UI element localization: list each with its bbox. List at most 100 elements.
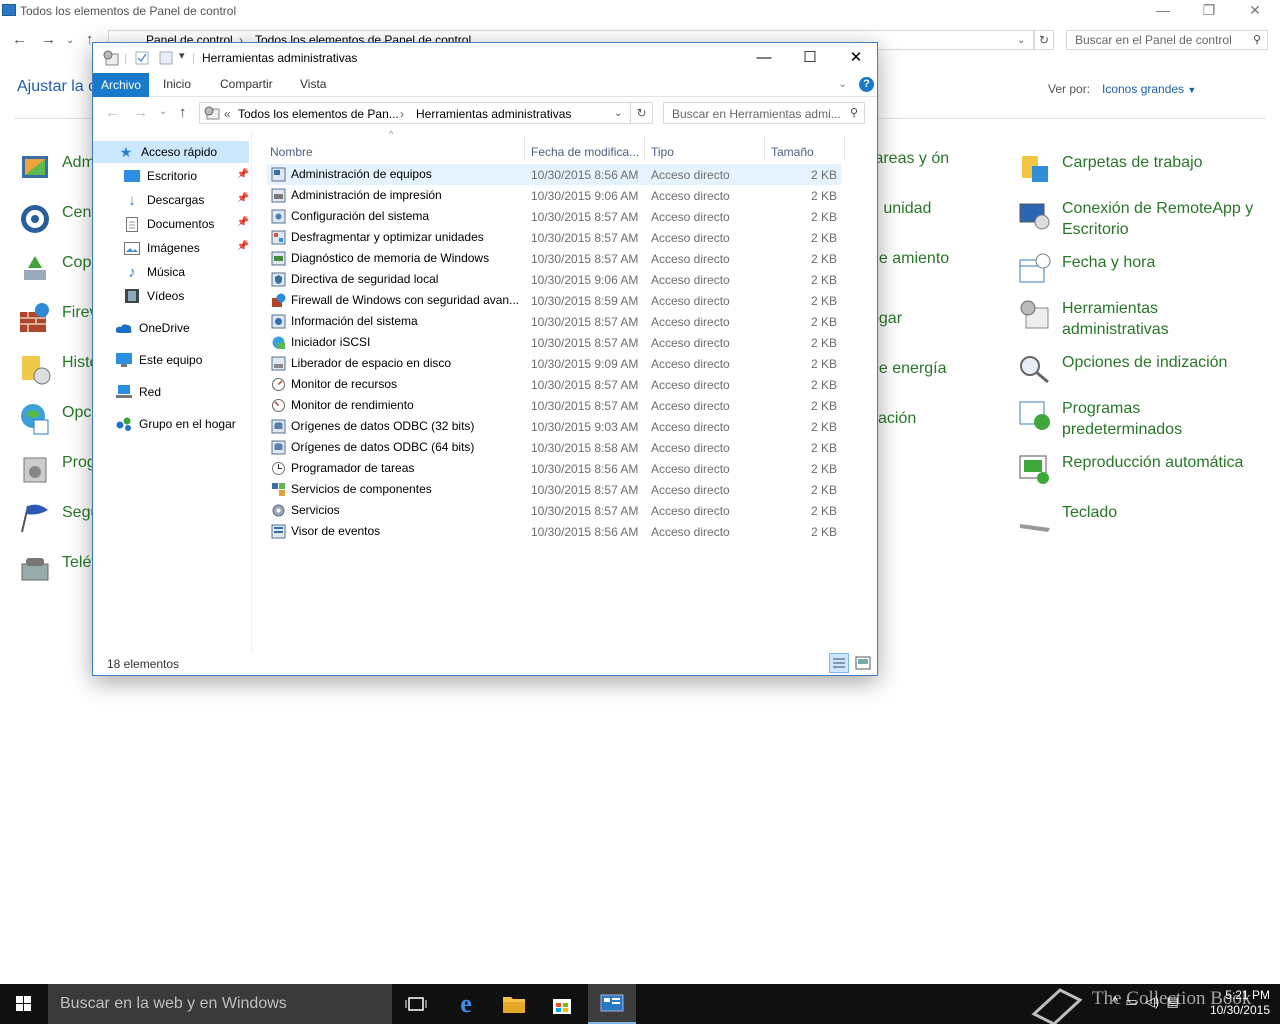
edge-button[interactable]: e [442,984,490,1024]
nav-item-this-pc[interactable]: Este equipo [93,349,249,371]
cp-item-work-folders[interactable]: Carpetas de trabajo [1018,152,1203,186]
file-row[interactable]: Desfragmentar y optimizar unidades 10/30/… [267,227,841,248]
control-panel-taskbar-button[interactable] [588,984,636,1024]
view-by-dropdown[interactable]: Iconos grandes ▼ [1102,82,1196,96]
control-panel-search-input[interactable]: Buscar en el Panel de control ⚲ [1066,30,1268,50]
explorer-minimize-button[interactable]: — [741,43,787,73]
up-arrow-icon[interactable]: ↑ [179,104,187,121]
expand-ribbon-chevron-icon[interactable]: ⌄ [838,77,847,90]
cp-item-remoteapp[interactable]: Conexión de RemoteApp y Escritorio [1018,198,1262,240]
cp-item-admin-tools[interactable]: Herramientas administrativas [1018,298,1202,340]
column-separator[interactable] [844,135,845,159]
cp-item-phone[interactable]: Teléf [18,552,96,586]
nav-item-network[interactable]: Red [93,381,249,403]
store-button[interactable] [538,984,586,1024]
cp-item-autoplay[interactable]: Reproducción automática [1018,452,1243,486]
nav-item-videos[interactable]: Vídeos [93,285,249,307]
file-row[interactable]: Orígenes de datos ODBC (32 bits) 10/30/20… [267,416,841,437]
nav-item-downloads[interactable]: ↓ Descargas 📌 [93,189,249,211]
properties-icon[interactable] [135,51,149,65]
explorer-maximize-button[interactable]: ☐ [787,43,833,73]
column-separator[interactable] [644,135,645,159]
explorer-close-button[interactable]: ✕ [833,43,879,73]
nav-item-quick-access[interactable]: ★ Acceso rápido [93,141,249,163]
column-header-size[interactable]: Tamaño [771,145,814,159]
column-header-date[interactable]: Fecha de modifica... [531,145,639,159]
recent-chevron-icon[interactable]: ⌄ [66,35,74,46]
breadcrumb-all-items[interactable]: Todos los elementos de Pan... [238,107,399,121]
back-arrow-icon[interactable]: ← [105,104,120,121]
column-header-type[interactable]: Tipo [651,145,674,159]
forward-arrow-icon[interactable]: → [41,31,56,48]
nav-item-music[interactable]: ♪ Música [93,261,249,283]
file-row[interactable]: Programador de tareas 10/30/2015 8:56 AM A… [267,458,841,479]
file-row[interactable]: Orígenes de datos ODBC (64 bits) 10/30/20… [267,437,841,458]
file-row[interactable]: Configuración del sistema 10/30/2015 8:57… [267,206,841,227]
new-folder-icon[interactable] [159,51,173,65]
file-row[interactable]: Monitor de rendimiento 10/30/2015 8:57 AM… [267,395,841,416]
explorer-refresh-button[interactable]: ↻ [631,102,653,124]
file-row[interactable]: Iniciador iSCSI 10/30/2015 8:57 AM Acceso … [267,332,841,353]
file-row[interactable]: Directiva de seguridad local 10/30/2015 9… [267,269,841,290]
file-row[interactable]: Monitor de recursos 10/30/2015 8:57 AM Acc… [267,374,841,395]
column-separator[interactable] [764,135,765,159]
cp-item-mid-4[interactable]: de energía [870,358,947,379]
file-row[interactable]: Información del sistema 10/30/2015 8:57 A… [267,311,841,332]
column-separator[interactable] [524,135,525,159]
help-icon[interactable]: ? [859,77,874,92]
clock[interactable]: 5:21 PM 10/30/2015 [1210,988,1270,1018]
overflow-chevron[interactable]: « [224,107,231,121]
refresh-button[interactable]: ↻ [1034,30,1054,50]
cp-item-indexing[interactable]: Opciones de indización [1018,352,1227,386]
address-dropdown-icon[interactable]: ⌄ [614,108,622,119]
large-icons-view-icon[interactable] [855,655,871,671]
cp-item-admin[interactable]: Adm [18,152,95,186]
nav-item-documents[interactable]: Documentos 📌 [93,213,249,235]
tab-inicio[interactable]: Inicio [163,77,191,91]
file-explorer-button[interactable] [490,984,538,1024]
back-arrow-icon[interactable]: ← [12,31,27,48]
tab-compartir[interactable]: Compartir [220,77,273,91]
file-row[interactable]: Administración de impresión 10/30/2015 9:… [267,185,841,206]
file-row[interactable]: Administración de equipos 10/30/2015 8:56… [267,164,841,185]
customize-toolbar-icon[interactable]: ▾ [179,49,185,62]
minimize-button[interactable]: — [1148,2,1178,18]
file-row[interactable]: Liberador de espacio en disco 10/30/2015 … [267,353,841,374]
address-dropdown-icon[interactable]: ⌄ [1017,35,1025,46]
start-button[interactable] [0,984,48,1024]
cp-item-mid-1[interactable]: e unidad [870,198,931,219]
cp-item-default-programs[interactable]: Programas predeterminados [1018,398,1202,440]
pin-icon[interactable]: 📌 [237,217,249,228]
network-icon[interactable]: ▭ [1125,994,1137,1009]
explorer-address-bar[interactable]: « Todos los elementos de Pan... › Herram… [199,102,631,124]
close-button[interactable]: ✕ [1240,2,1270,19]
cp-item-mid-0[interactable]: tareas y ón [870,148,960,169]
cp-item-center[interactable]: Cent [18,202,96,236]
cp-item-mid-2[interactable]: de amiento [870,248,950,269]
recent-locations-chevron-icon[interactable]: ⌄ [159,106,167,117]
pin-icon[interactable]: 📌 [237,169,249,180]
nav-item-homegroup[interactable]: Grupo en el hogar [93,413,249,435]
cp-item-date-time[interactable]: Fecha y hora [1018,252,1155,286]
cp-item-options[interactable]: Opci [18,402,95,436]
task-view-button[interactable] [392,984,440,1024]
file-row[interactable]: Firewall de Windows con seguridad avan..… [267,290,841,311]
show-hidden-icons-chevron[interactable]: ^ [1112,994,1118,1009]
system-tray[interactable]: ^ ▭ ◁) ▤ [1112,994,1179,1010]
pin-icon[interactable]: 📌 [237,241,249,252]
action-center-icon[interactable]: ▤ [1166,994,1178,1009]
restore-button[interactable]: ❐ [1194,2,1224,19]
taskbar-search-box[interactable]: Buscar en la web y en Windows [48,984,392,1024]
cp-item-keyboard[interactable]: Teclado [1018,502,1117,536]
cp-item-firewall[interactable]: Firev [18,302,98,336]
volume-icon[interactable]: ◁) [1145,994,1159,1009]
file-row[interactable]: Diagnóstico de memoria de Windows 10/30/2… [267,248,841,269]
nav-item-onedrive[interactable]: OneDrive [93,317,249,339]
pin-icon[interactable]: 📌 [237,193,249,204]
column-header-name[interactable]: Nombre [270,145,313,159]
nav-item-desktop[interactable]: Escritorio 📌 [93,165,249,187]
cp-item-history[interactable]: Histo [18,352,98,386]
file-row[interactable]: Servicios 10/30/2015 8:57 AM Acceso direct… [267,500,841,521]
details-view-button[interactable] [829,653,849,673]
tab-archivo[interactable]: Archivo [93,73,149,97]
